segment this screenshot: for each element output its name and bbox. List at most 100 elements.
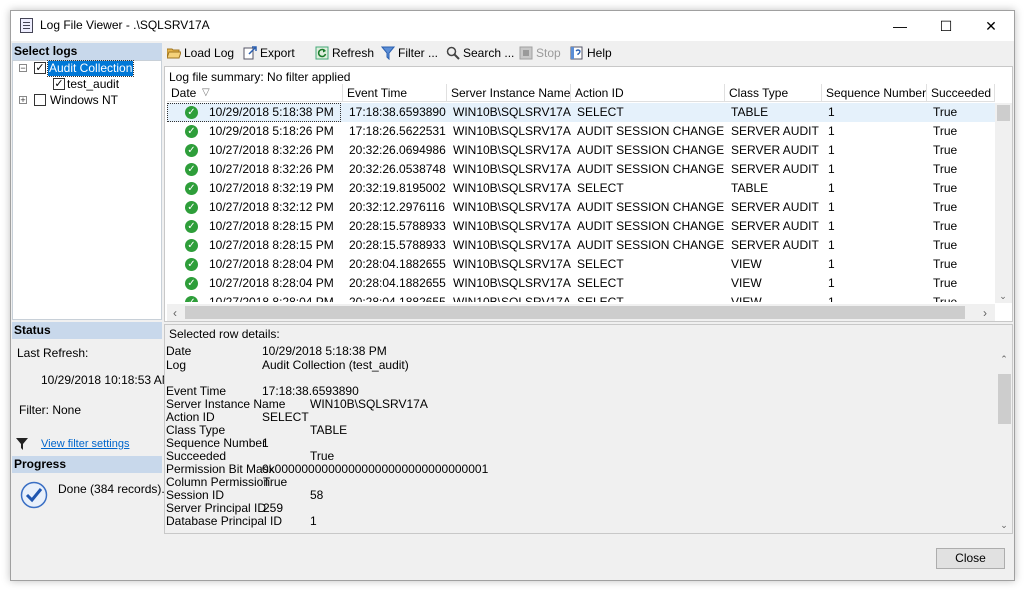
- search-icon: [446, 46, 460, 60]
- cell-event-time: 17:18:38.6593890: [349, 105, 446, 119]
- scroll-thumb[interactable]: [185, 306, 965, 319]
- last-refresh-value: 10/29/2018 10:18:53 AM: [41, 373, 172, 387]
- load-log-button[interactable]: Load Log: [167, 44, 234, 62]
- expand-icon[interactable]: +: [19, 96, 27, 105]
- scroll-left-arrow[interactable]: ‹: [167, 306, 183, 320]
- collapse-icon[interactable]: −: [19, 64, 27, 73]
- cell-event-time: 20:28:04.1882655: [349, 295, 446, 302]
- cell-server-instance: WIN10B\SQLSRV17A: [453, 162, 571, 176]
- table-row[interactable]: ✓ 10/29/2018 5:18:38 PM 17:18:38.6593890 WI…: [167, 103, 997, 122]
- stop-button[interactable]: Stop: [519, 44, 561, 62]
- cell-event-time: 20:28:15.5788933: [349, 219, 446, 233]
- filter-icon: [16, 438, 28, 450]
- cell-server-instance: WIN10B\SQLSRV17A: [453, 276, 571, 290]
- windows-nt-checkbox[interactable]: [34, 94, 46, 106]
- tree-item-audit-collection[interactable]: − ✓ Audit Collection: [13, 60, 161, 77]
- details-vertical-scrollbar[interactable]: ⌃ ⌄: [996, 352, 1012, 533]
- cell-server-instance: WIN10B\SQLSRV17A: [453, 105, 571, 119]
- close-button[interactable]: Close: [936, 548, 1005, 569]
- detail-label: Succeeded: [166, 449, 227, 463]
- detail-value: 1: [310, 514, 317, 528]
- close-window-button[interactable]: ✕: [968, 11, 1014, 41]
- sort-descending-icon: ▽: [202, 87, 210, 98]
- column-header-date[interactable]: Date ▽: [167, 84, 343, 102]
- column-header-succeeded[interactable]: Succeeded: [927, 84, 995, 102]
- view-filter-settings-link[interactable]: View filter settings: [41, 438, 129, 450]
- table-row[interactable]: ✓ 10/29/2018 5:18:26 PM 17:18:26.5622531 WI…: [167, 122, 997, 141]
- help-button[interactable]: Help: [570, 44, 612, 62]
- column-header-server-instance-name[interactable]: Server Instance Name: [447, 84, 571, 102]
- tree-item-windows-nt[interactable]: + Windows NT: [13, 93, 161, 108]
- table-row[interactable]: ✓ 10/27/2018 8:32:12 PM 20:32:12.2976116 WI…: [167, 198, 997, 217]
- refresh-button[interactable]: Refresh: [315, 44, 374, 62]
- detail-field: Database Principal ID 1: [166, 515, 317, 528]
- cell-server-instance: WIN10B\SQLSRV17A: [453, 200, 571, 214]
- tree-item-label: test_audit: [67, 77, 120, 91]
- test-audit-checkbox[interactable]: ✓: [53, 78, 65, 90]
- toolbar: Load Log Export Refresh Filter ... Searc…: [164, 42, 1014, 64]
- log-summary: Log file summary: No filter applied: [169, 70, 351, 84]
- export-button[interactable]: Export: [243, 44, 295, 62]
- cell-class-type: VIEW: [731, 276, 762, 290]
- select-logs-heading: Select logs: [12, 43, 162, 60]
- select-logs-tree: − ✓ Audit Collection ✓ test_audit + Wind…: [12, 60, 162, 320]
- table-row[interactable]: ✓ 10/27/2018 8:32:19 PM 20:32:19.8195002 WI…: [167, 179, 997, 198]
- app-icon: [20, 18, 33, 33]
- cell-event-time: 20:32:12.2976116: [349, 200, 445, 214]
- search-button[interactable]: Search ...: [446, 44, 514, 62]
- grid-vertical-scrollbar[interactable]: ⌃ ⌄: [995, 103, 1012, 303]
- detail-value: 1: [262, 436, 269, 450]
- table-row[interactable]: ✓10/27/2018 8:28:04 PM20:28:04.1882655WI…: [167, 293, 997, 302]
- scroll-down-arrow[interactable]: ⌄: [996, 520, 1012, 531]
- cell-sequence-number: 1: [828, 181, 835, 195]
- cell-server-instance: WIN10B\SQLSRV17A: [453, 238, 571, 252]
- cell-succeeded: True: [933, 105, 958, 119]
- minimize-button[interactable]: —: [877, 11, 923, 41]
- detail-label: Server Instance Name: [166, 397, 286, 411]
- detail-label: Column Permission: [166, 475, 271, 489]
- audit-collection-checkbox[interactable]: ✓: [34, 62, 46, 74]
- cell-sequence-number: 1: [828, 105, 835, 119]
- cell-class-type: SERVER AUDIT: [731, 238, 819, 252]
- cell-event-time: 20:28:15.5788933: [349, 238, 446, 252]
- cell-succeeded: True: [933, 238, 958, 252]
- cell-class-type: SERVER AUDIT: [731, 219, 819, 233]
- cell-date: 10/27/2018 8:28:04 PM: [209, 295, 334, 302]
- table-row[interactable]: ✓10/27/2018 8:28:04 PM20:28:04.1882655WI…: [167, 255, 997, 274]
- maximize-button[interactable]: ☐: [923, 11, 969, 41]
- cell-sequence-number: 1: [828, 238, 835, 252]
- cell-date: 10/27/2018 8:32:26 PM: [209, 162, 334, 176]
- scroll-thumb[interactable]: [997, 105, 1010, 121]
- cell-action-id: SELECT: [577, 257, 624, 271]
- cell-server-instance: WIN10B\SQLSRV17A: [453, 295, 571, 302]
- cell-date: 10/27/2018 8:28:15 PM: [209, 219, 334, 233]
- scroll-down-arrow[interactable]: ⌄: [995, 291, 1011, 302]
- help-book-icon: [570, 46, 583, 60]
- detail-label: Server Principal ID: [166, 501, 267, 515]
- cell-sequence-number: 1: [828, 143, 835, 157]
- grid-horizontal-scrollbar[interactable]: ‹ ›: [167, 304, 995, 321]
- cell-class-type: SERVER AUDIT: [731, 124, 819, 138]
- detail-value: Audit Collection (test_audit): [262, 358, 409, 372]
- column-header-event-time[interactable]: Event Time: [343, 84, 447, 102]
- table-row[interactable]: ✓ 10/27/2018 8:32:26 PM 20:32:26.0538748 WI…: [167, 160, 997, 179]
- tree-item-test-audit[interactable]: ✓ test_audit: [13, 77, 161, 92]
- table-row[interactable]: ✓10/27/2018 8:28:04 PM20:28:04.1882655WI…: [167, 274, 997, 293]
- search-label: Search ...: [463, 46, 515, 60]
- detail-value: 10/29/2018 5:18:38 PM: [262, 344, 387, 358]
- cell-succeeded: True: [933, 143, 958, 157]
- filter-button[interactable]: Filter ...: [381, 44, 438, 62]
- scroll-thumb[interactable]: [998, 374, 1011, 424]
- scroll-right-arrow[interactable]: ›: [977, 306, 993, 320]
- column-header-class-type[interactable]: Class Type: [725, 84, 822, 102]
- table-row[interactable]: ✓ 10/27/2018 8:28:15 PM 20:28:15.5788933 WI…: [167, 217, 997, 236]
- cell-action-id: SELECT: [577, 276, 624, 290]
- window-title: Log File Viewer - .\SQLSRV17A: [40, 18, 210, 32]
- scroll-up-arrow[interactable]: ⌃: [996, 354, 1012, 365]
- column-header-action-id[interactable]: Action ID: [571, 84, 725, 102]
- table-row[interactable]: ✓ 10/27/2018 8:32:26 PM 20:32:26.0694986 WI…: [167, 141, 997, 160]
- log-rows: ✓ 10/29/2018 5:18:38 PM 17:18:38.6593890 WI…: [167, 103, 997, 302]
- cell-date: 10/27/2018 8:28:04 PM: [209, 257, 334, 271]
- column-header-sequence-number[interactable]: Sequence Number: [822, 84, 927, 102]
- table-row[interactable]: ✓ 10/27/2018 8:28:15 PM 20:28:15.5788933 WI…: [167, 236, 997, 255]
